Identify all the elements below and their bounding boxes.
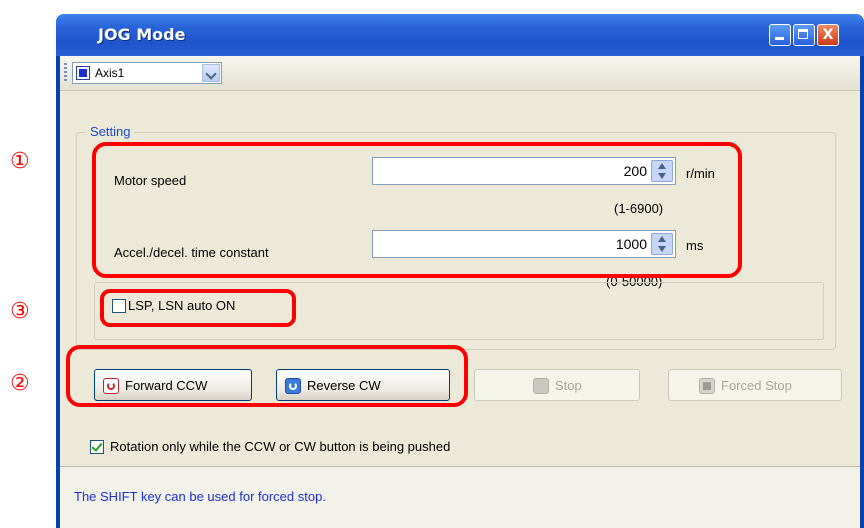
stop-label: Stop	[555, 378, 582, 393]
forward-rotation-icon	[103, 378, 119, 394]
motor-speed-unit: r/min	[686, 166, 715, 181]
accel-label: Accel./decel. time constant	[114, 245, 269, 260]
forced-stop-button[interactable]: Forced Stop	[668, 369, 842, 401]
window-client-area: Axis1 Setting Motor speed 200 r/min (1-6…	[60, 56, 860, 528]
motor-speed-label: Motor speed	[114, 173, 187, 188]
forward-ccw-label: Forward CCW	[125, 378, 208, 393]
motor-speed-spinner-icon[interactable]	[651, 160, 673, 182]
rotation-only-checkbox[interactable]	[90, 440, 104, 454]
jog-mode-window: JOG Mode X Axis1 Setting Motor speed 200…	[56, 14, 864, 528]
axis-icon	[76, 66, 90, 80]
toolbar-grip-icon[interactable]	[64, 63, 67, 83]
axis-select[interactable]: Axis1	[72, 62, 222, 84]
motor-speed-input[interactable]: 200	[372, 157, 676, 185]
accel-value: 1000	[615, 236, 647, 252]
lsp-lsn-label: LSP, LSN auto ON	[128, 298, 236, 313]
accel-spinner-icon[interactable]	[651, 233, 673, 255]
reverse-cw-label: Reverse CW	[307, 378, 381, 393]
annotation-marker-3: ③	[10, 299, 30, 324]
reverse-cw-button[interactable]: Reverse CW	[276, 369, 450, 401]
stop-icon	[533, 378, 549, 394]
forced-stop-icon	[699, 378, 715, 394]
window-title: JOG Mode	[98, 25, 186, 44]
axis-select-value: Axis1	[95, 66, 125, 80]
title-bar[interactable]: JOG Mode X	[56, 14, 864, 56]
toolbar: Axis1	[60, 56, 860, 91]
reverse-rotation-icon	[285, 378, 301, 394]
status-area: The SHIFT key can be used for forced sto…	[60, 467, 860, 528]
motor-speed-value: 200	[623, 163, 647, 179]
minimize-button[interactable]	[769, 24, 791, 46]
forced-stop-label: Forced Stop	[721, 378, 792, 393]
close-icon: X	[822, 27, 834, 43]
setting-group-label: Setting	[86, 124, 135, 139]
lsp-lsn-checkbox[interactable]	[112, 299, 126, 313]
accel-unit: ms	[686, 238, 704, 253]
maximize-button[interactable]	[793, 24, 815, 46]
accel-input[interactable]: 1000	[372, 230, 676, 258]
stop-button[interactable]: Stop	[474, 369, 640, 401]
annotation-marker-1: ①	[10, 149, 30, 174]
rotation-only-label: Rotation only while the CCW or CW button…	[110, 439, 451, 454]
motor-speed-range: (1-6900)	[614, 201, 664, 216]
close-button[interactable]: X	[817, 24, 839, 46]
forward-ccw-button[interactable]: Forward CCW	[94, 369, 252, 401]
chevron-down-icon[interactable]	[202, 64, 220, 82]
status-text: The SHIFT key can be used for forced sto…	[74, 489, 326, 504]
annotation-marker-2: ②	[10, 371, 30, 396]
